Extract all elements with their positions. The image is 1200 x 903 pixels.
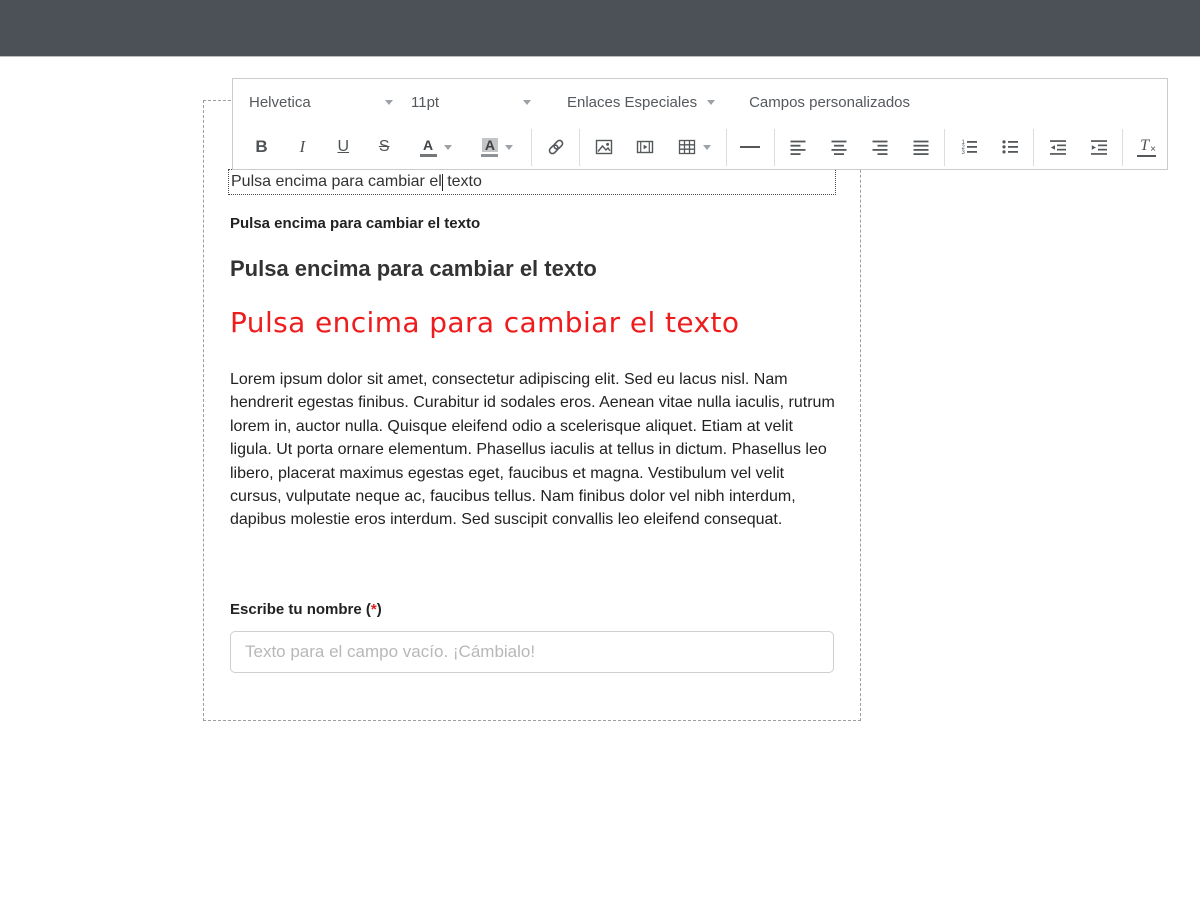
align-right-button[interactable] <box>860 130 901 164</box>
horizontal-rule-icon <box>740 146 760 148</box>
link-icon <box>547 138 565 156</box>
chevron-down-icon <box>707 100 715 105</box>
font-size-select[interactable]: 11pt <box>411 94 537 111</box>
outdent-icon <box>1049 138 1067 156</box>
toolbar-divider <box>1033 129 1034 166</box>
justify-icon <box>912 138 930 156</box>
strikethrough-button[interactable]: S <box>364 130 405 164</box>
toolbar-row-buttons: B I U S A A <box>233 125 1167 169</box>
page: Helvetica 11pt Enlaces Especiales Campos… <box>0 0 1200 903</box>
toolbar-divider <box>726 129 727 166</box>
active-edit-line[interactable]: Pulsa encima para cambiar el texto <box>228 169 836 195</box>
chevron-down-icon <box>523 100 531 105</box>
insert-video-button[interactable] <box>624 130 665 164</box>
ordered-list-icon: 123 <box>960 138 978 156</box>
unordered-list-icon <box>1001 138 1019 156</box>
italic-button[interactable]: I <box>282 130 323 164</box>
underline-button[interactable]: U <box>323 130 364 164</box>
outdent-button[interactable] <box>1037 130 1078 164</box>
table-icon <box>678 138 696 156</box>
active-line-text-before: Pulsa encima para cambiar el <box>231 173 442 191</box>
heading-small[interactable]: Pulsa encima para cambiar el texto <box>230 215 836 232</box>
toolbar-divider <box>531 129 532 166</box>
align-right-icon <box>871 138 889 156</box>
name-input[interactable] <box>230 631 834 673</box>
strikethrough-icon: S <box>379 138 390 156</box>
special-links-label: Enlaces Especiales <box>567 94 697 111</box>
chevron-down-icon <box>385 100 393 105</box>
chevron-down-icon <box>703 145 711 150</box>
editor-toolbar: Helvetica 11pt Enlaces Especiales Campos… <box>232 78 1168 170</box>
chevron-down-icon <box>505 145 513 150</box>
toolbar-divider <box>579 129 580 166</box>
ordered-list-button[interactable]: 123 <box>948 130 989 164</box>
body-paragraph[interactable]: Lorem ipsum dolor sit amet, consectetur … <box>230 368 836 532</box>
unordered-list-button[interactable] <box>989 130 1030 164</box>
heading-medium[interactable]: Pulsa encima para cambiar el texto <box>230 256 836 282</box>
special-links-menu[interactable]: Enlaces Especiales <box>567 94 721 111</box>
indent-icon <box>1090 138 1108 156</box>
top-navigation-bar <box>0 0 1200 57</box>
align-center-button[interactable] <box>819 130 860 164</box>
font-family-select[interactable]: Helvetica <box>249 94 399 111</box>
bold-icon: B <box>255 137 267 157</box>
background-color-icon: A <box>481 138 498 157</box>
toolbar-row-formats: Helvetica 11pt Enlaces Especiales Campos… <box>233 79 1167 125</box>
italic-icon: I <box>300 137 306 157</box>
custom-fields-menu[interactable]: Campos personalizados <box>749 94 910 111</box>
toolbar-divider <box>1122 129 1123 166</box>
video-icon <box>636 138 654 156</box>
indent-button[interactable] <box>1078 130 1119 164</box>
underline-icon: U <box>337 138 349 156</box>
text-color-icon: A <box>420 138 437 157</box>
align-center-icon <box>830 138 848 156</box>
insert-image-button[interactable] <box>583 130 624 164</box>
custom-fields-label: Campos personalizados <box>749 94 910 111</box>
text-color-button[interactable]: A <box>405 130 467 164</box>
insert-table-button[interactable] <box>665 130 723 164</box>
horizontal-rule-button[interactable] <box>730 130 771 164</box>
align-left-button[interactable] <box>778 130 819 164</box>
name-field-label-close: ) <box>377 601 382 618</box>
image-icon <box>595 138 613 156</box>
align-left-icon <box>789 138 807 156</box>
bold-button[interactable]: B <box>241 130 282 164</box>
heading-large-red[interactable]: Pulsa encima para cambiar el texto <box>230 306 870 339</box>
name-field-label-text: Escribe tu nombre ( <box>230 601 371 618</box>
name-field-label[interactable]: Escribe tu nombre (*) <box>230 601 836 618</box>
background-color-button[interactable]: A <box>466 130 528 164</box>
insert-link-button[interactable] <box>535 130 576 164</box>
active-line-text-after: texto <box>443 173 482 191</box>
clear-formatting-icon: T× <box>1137 137 1156 157</box>
font-size-value: 11pt <box>411 94 439 111</box>
chevron-down-icon <box>444 145 452 150</box>
justify-button[interactable] <box>901 130 942 164</box>
font-family-value: Helvetica <box>249 94 311 111</box>
clear-formatting-button[interactable]: T× <box>1126 130 1167 164</box>
svg-text:3: 3 <box>961 150 965 156</box>
toolbar-divider <box>944 129 945 166</box>
toolbar-divider <box>774 129 775 166</box>
